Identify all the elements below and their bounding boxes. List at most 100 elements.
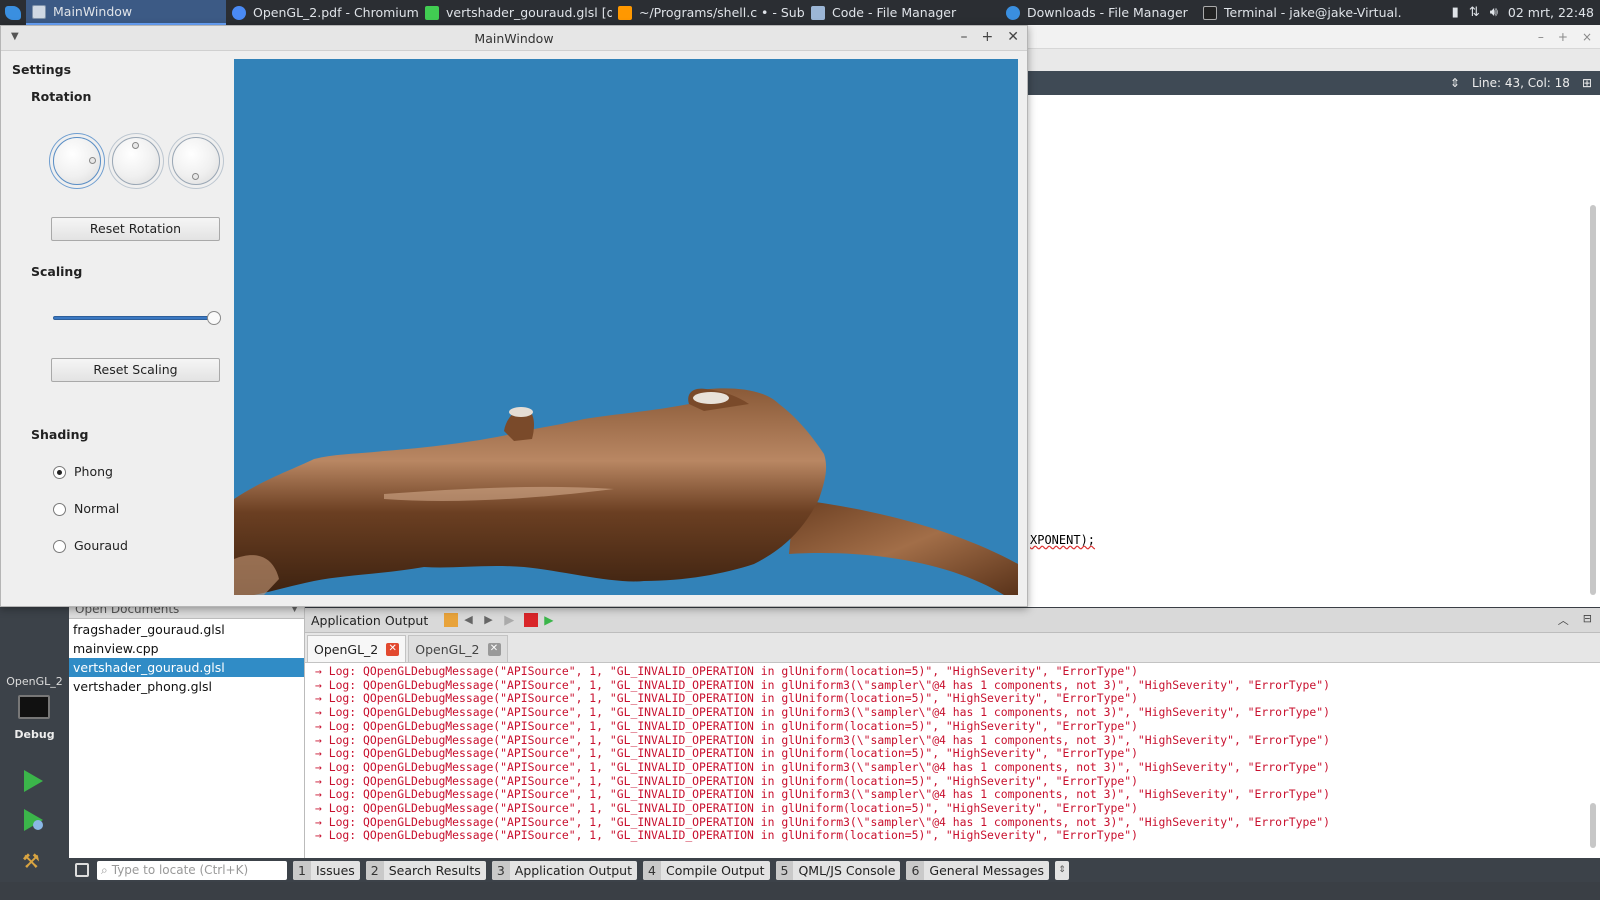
task-sublime[interactable]: ~/Programs/shell.c • - Subli... <box>612 0 805 25</box>
task-label: vertshader_gouraud.glsl [de... <box>446 5 612 20</box>
maximize-icon[interactable]: + <box>1558 30 1568 44</box>
sublime-icon <box>618 5 632 20</box>
rotation-dial-y[interactable] <box>112 137 160 185</box>
build-config-label[interactable]: Debug <box>0 728 69 741</box>
chromium-icon <box>232 5 246 20</box>
kit-selector-monitor-icon[interactable] <box>18 695 50 719</box>
terminal-icon <box>1203 5 1217 20</box>
close-tab-icon[interactable]: ✕ <box>487 642 501 656</box>
battery-icon[interactable]: ▮ <box>1452 5 1459 20</box>
rerun-icon[interactable]: ▶ <box>504 613 518 628</box>
toggle-sidebar-icon[interactable] <box>75 863 89 877</box>
cursor-position[interactable]: Line: 43, Col: 18 <box>1472 76 1570 90</box>
clock[interactable]: 02 mrt, 22:48 <box>1508 5 1594 20</box>
rotation-dial-x[interactable] <box>53 137 101 185</box>
open-documents-panel: Open Documents ▼ fragshader_gouraud.glsl… <box>69 600 305 858</box>
output-title: Application Output <box>311 612 429 628</box>
maximize-icon[interactable]: + <box>982 29 994 45</box>
pane-button-application-output[interactable]: 3 Application Output <box>491 860 638 880</box>
task-file-manager-downloads[interactable]: Downloads - File Manager <box>1000 0 1197 25</box>
reset-rotation-button[interactable]: Reset Rotation <box>51 217 220 241</box>
maximize-pane-icon[interactable]: ︿ <box>1558 612 1569 628</box>
log-line: → Log: QOpenGLDebugMessage("APISource", … <box>315 787 1330 802</box>
rotation-dial-z[interactable] <box>172 137 220 185</box>
main-window-titlebar[interactable]: ▼ MainWindow – + ✕ <box>1 26 1027 51</box>
minimize-icon[interactable]: – <box>961 29 968 45</box>
settings-panel: Settings Rotation Reset Rotation Scaling… <box>1 51 233 607</box>
build-hammer-icon[interactable]: ⚒ <box>22 850 44 872</box>
gouraud-label[interactable]: Gouraud <box>74 538 128 553</box>
task-mainwindow[interactable]: MainWindow <box>26 0 226 25</box>
output-tab[interactable]: OpenGL_2 ✕ <box>307 635 407 662</box>
minimize-icon[interactable]: – <box>1538 30 1544 44</box>
task-file-manager-code[interactable]: Code - File Manager <box>805 0 1000 25</box>
cat-front-paw-pad <box>693 392 729 404</box>
pane-button-qml-console[interactable]: 5 QML/JS Console <box>775 860 901 880</box>
close-icon[interactable]: ✕ <box>1007 29 1019 45</box>
log-line: → Log: QOpenGLDebugMessage("APISource", … <box>315 718 1138 733</box>
normal-radio[interactable] <box>53 503 66 516</box>
dial-notch <box>89 157 96 164</box>
log-line: → Log: QOpenGLDebugMessage("APISource", … <box>315 677 1330 692</box>
task-label: Downloads - File Manager <box>1027 5 1188 20</box>
code-line-fragment[interactable]: XPONENT); <box>1030 533 1095 547</box>
download-folder-icon <box>1006 5 1020 20</box>
tab-label: OpenGL_2 <box>314 641 379 657</box>
scaling-slider-track[interactable] <box>53 316 216 320</box>
task-chromium[interactable]: OpenGL_2.pdf - Chromium <box>226 0 419 25</box>
rotation-title: Rotation <box>31 89 92 104</box>
locator-input[interactable]: ⌕ Type to locate (Ctrl+K) <box>97 860 287 880</box>
volume-icon[interactable]: 🔊︎ <box>1490 5 1498 20</box>
list-item-selected[interactable]: vertshader_gouraud.glsl <box>69 658 304 677</box>
log-line: → Log: QOpenGLDebugMessage("APISource", … <box>315 746 1138 761</box>
gouraud-radio[interactable] <box>53 540 66 553</box>
opengl-viewport[interactable] <box>234 59 1018 595</box>
phong-label[interactable]: Phong <box>74 464 113 479</box>
log-line: → Log: QOpenGLDebugMessage("APISource", … <box>315 691 1138 706</box>
task-label: Code - File Manager <box>832 5 957 20</box>
pane-button-compile-output[interactable]: 4 Compile Output <box>643 860 770 880</box>
reset-scaling-button[interactable]: Reset Scaling <box>51 358 220 382</box>
task-terminal[interactable]: Terminal - jake@jake-Virtual... <box>1197 0 1402 25</box>
task-label: MainWindow <box>53 4 133 19</box>
network-icon[interactable]: ⇅ <box>1469 5 1480 20</box>
next-icon[interactable]: ▶ <box>484 613 498 627</box>
list-item[interactable]: fragshader_gouraud.glsl <box>69 620 304 639</box>
pane-button-search-results[interactable]: 2 Search Results <box>365 860 486 880</box>
pane-label: Compile Output <box>665 862 765 878</box>
whisker-menu-button[interactable] <box>0 0 26 25</box>
list-item[interactable]: vertshader_phong.glsl <box>69 677 304 696</box>
close-icon[interactable]: × <box>1582 30 1592 44</box>
list-item[interactable]: mainview.cpp <box>69 639 304 658</box>
output-scrollbar[interactable] <box>1590 803 1596 848</box>
code-editor[interactable]: – + × ⇕ Line: 43, Col: 18 ⊞ XPONENT); <box>1028 25 1600 607</box>
previous-icon[interactable]: ◀ <box>464 613 478 627</box>
close-pane-icon[interactable]: ⊟ <box>1583 612 1592 628</box>
window-menu-icon[interactable]: ▼ <box>11 31 19 42</box>
clear-output-icon[interactable] <box>444 613 459 627</box>
pane-number: 5 <box>775 860 794 880</box>
normal-label[interactable]: Normal <box>74 501 119 516</box>
stop-icon[interactable] <box>524 613 539 627</box>
log-line: → Log: QOpenGLDebugMessage("APISource", … <box>315 773 1138 788</box>
split-editor-icon[interactable]: ⊞ <box>1582 76 1592 90</box>
attach-debugger-icon[interactable]: ▶ <box>544 613 558 627</box>
start-debugging-icon[interactable] <box>24 809 43 831</box>
more-panes-icon[interactable]: ⇕ <box>1054 860 1069 880</box>
pane-button-general-messages[interactable]: 6 General Messages <box>906 860 1049 880</box>
run-icon[interactable] <box>24 770 43 792</box>
phong-radio[interactable] <box>53 466 66 479</box>
pane-button-issues[interactable]: 1 Issues <box>293 860 360 880</box>
pane-number: 2 <box>365 860 384 880</box>
output-log[interactable]: → Log: QOpenGLDebugMessage("APISource", … <box>305 663 1600 855</box>
editor-scrollbar[interactable] <box>1590 205 1596 595</box>
task-qtcreator[interactable]: vertshader_gouraud.glsl [de... <box>419 0 612 25</box>
output-tab[interactable]: OpenGL_2 ✕ <box>408 635 508 662</box>
pane-label: Issues <box>315 862 355 878</box>
output-tabs: OpenGL_2 ✕ OpenGL_2 ✕ <box>305 633 1600 663</box>
scaling-slider-handle[interactable] <box>207 311 221 325</box>
taskbar: MainWindow OpenGL_2.pdf - Chromium verts… <box>0 0 1600 25</box>
log-line: → Log: QOpenGLDebugMessage("APISource", … <box>315 759 1330 774</box>
close-tab-icon[interactable]: ✕ <box>386 642 400 656</box>
updown-arrows-icon[interactable]: ⇕ <box>1450 76 1460 90</box>
